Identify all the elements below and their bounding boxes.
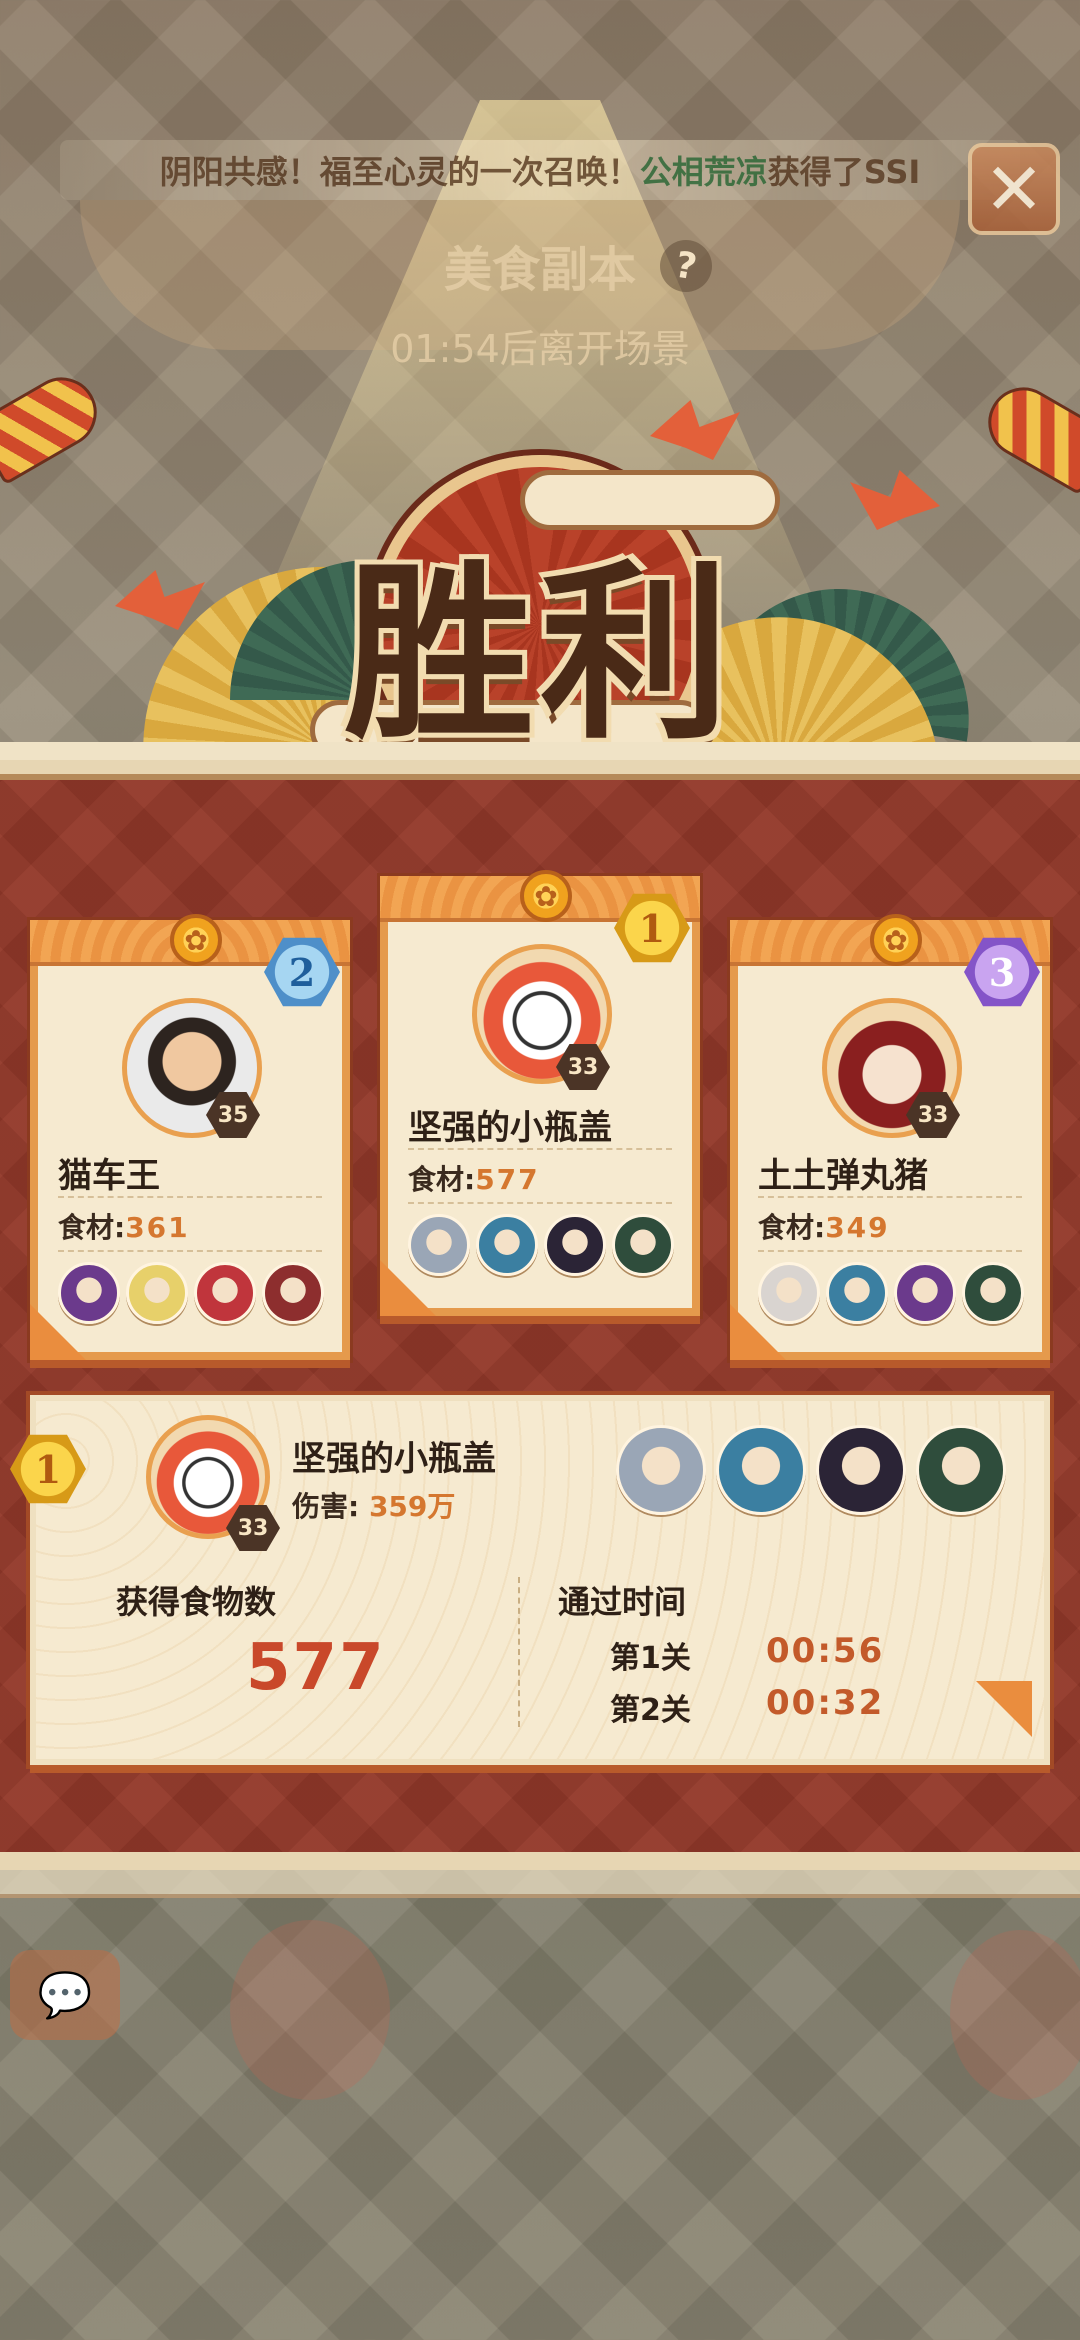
food-label: 食材: [758,1211,826,1244]
food-label: 食材: [408,1163,476,1196]
mvp-name: 坚强的小瓶盖 [292,1439,496,1479]
announcement-player: 公相荒凉 [639,153,768,191]
mvp-damage: 伤害: 359万 [292,1485,455,1525]
announcement-banner: 阴阳共感！福至心灵的一次召唤！ 公相荒凉 获得了SSI [60,140,1020,200]
food-count: 食材:577 [408,1158,540,1198]
stage-1-time: 00:56 [766,1631,885,1671]
player-name: 土土弹丸猪 [758,1156,928,1196]
chat-icon: 💬 [37,1970,93,2021]
shikigami-row [58,1262,324,1324]
food-total-label: 获得食物数 [116,1583,277,1621]
food-count: 食材:361 [58,1206,190,1246]
divider [58,1250,322,1252]
player-name: 坚强的小瓶盖 [408,1108,612,1148]
close-icon: ✕ [983,147,1045,231]
divider [758,1250,1022,1252]
player-card-rank-1[interactable]: ✿ 1 33 坚强的小瓶盖 食材:577 [380,870,700,1316]
shikigami-avatar[interactable] [194,1262,256,1324]
shikigami-avatar[interactable] [916,1425,1006,1515]
coin-icon: ✿ [870,914,922,966]
shikigami-avatar[interactable] [962,1262,1024,1324]
food-total-value: 577 [246,1631,386,1705]
damage-value: 359万 [368,1490,456,1523]
food-value: 577 [475,1163,540,1196]
close-button[interactable]: ✕ [968,143,1060,235]
dungeon-title: 美食副本 [443,242,636,298]
corner-ribbon [976,1681,1032,1737]
player-name: 猫车王 [58,1156,160,1196]
shikigami-avatar[interactable] [408,1214,470,1276]
shikigami-avatar[interactable] [262,1262,324,1324]
food-value: 361 [125,1211,190,1244]
chat-button[interactable]: 💬 [10,1950,120,2040]
shikigami-avatar[interactable] [476,1214,538,1276]
shikigami-avatar[interactable] [616,1425,706,1515]
shikigami-avatar[interactable] [612,1214,674,1276]
clear-time-label: 通过时间 [558,1583,687,1621]
damage-label: 伤害: [292,1490,360,1523]
shikigami-avatar[interactable] [894,1262,956,1324]
food-count: 食材:349 [758,1206,890,1246]
victory-title: 胜利 [343,542,736,765]
shikigami-avatar[interactable] [58,1262,120,1324]
announcement-suffix: 获得了SSI [767,153,921,191]
leave-timer: 01:54后离开场景 [390,327,690,371]
shikigami-avatar[interactable] [816,1425,906,1515]
paper-crane-decoration [850,470,940,530]
stage-2-time: 00:32 [766,1683,885,1723]
background-character [230,1920,390,2100]
party-horn-left [0,364,110,486]
background-character [950,1930,1080,2100]
divider [758,1196,1022,1198]
stage-2-label: 第2关 [610,1693,691,1728]
shikigami-row [408,1214,674,1276]
divider [408,1148,672,1150]
shikigami-row [758,1262,1024,1324]
coin-icon: ✿ [520,870,572,922]
divider [408,1202,672,1204]
shikigami-avatar[interactable] [758,1262,820,1324]
summary-divider [518,1577,520,1727]
player-card-rank-3[interactable]: ✿ 3 33 土土弹丸猪 食材:349 [730,914,1050,1360]
panel-bottom-rail [0,1870,1080,1898]
announcement-prefix: 阴阳共感！福至心灵的一次召唤！ [159,153,640,191]
shikigami-avatar[interactable] [126,1262,188,1324]
shikigami-avatar[interactable] [544,1214,606,1276]
food-label: 食材: [58,1211,126,1244]
stage-1-label: 第1关 [610,1641,691,1676]
coin-icon: ✿ [170,914,222,966]
shikigami-avatar[interactable] [716,1425,806,1515]
party-horn-right [975,374,1080,496]
shikigami-avatar[interactable] [826,1262,888,1324]
player-card-rank-2[interactable]: ✿ 2 35 猫车王 食材:361 [30,914,350,1360]
divider [58,1196,322,1198]
mvp-shikigami-row [616,1425,1006,1515]
paper-crane-decoration [115,570,205,630]
food-value: 349 [825,1211,890,1244]
summary-panel: 1 33 坚强的小瓶盖 伤害: 359万 获得食物数 577 通过时间 第1关 … [10,1395,1050,1765]
